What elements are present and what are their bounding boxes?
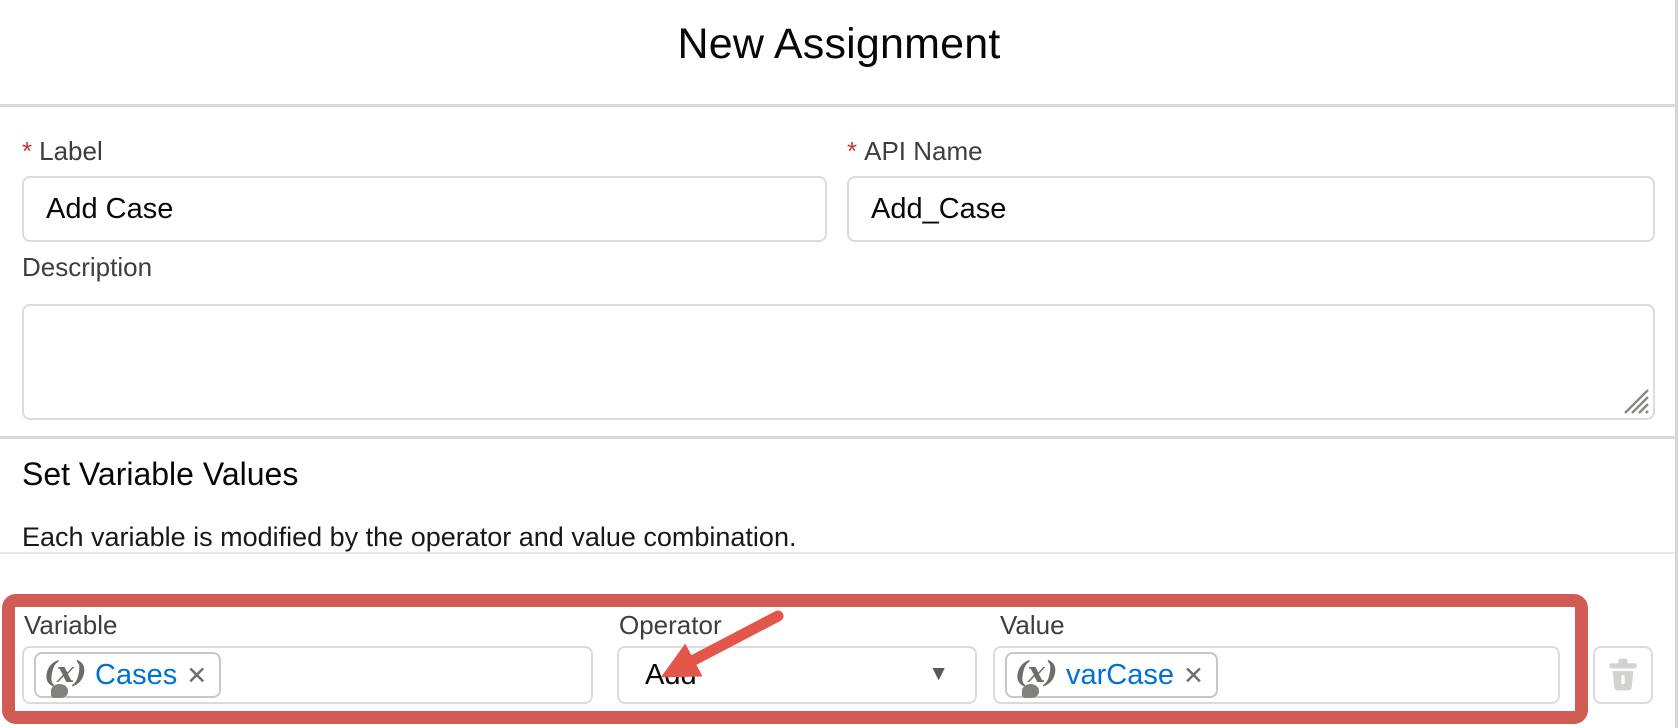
label-field-label: *Label (22, 136, 103, 166)
section-heading: Set Variable Values (22, 456, 298, 493)
variable-input[interactable]: (x) Cases ✕ (22, 646, 593, 704)
value-column-label: Value (1000, 610, 1065, 640)
description-textarea[interactable] (22, 304, 1655, 420)
trash-icon (1606, 657, 1640, 693)
operator-selected-value: Add (645, 659, 697, 692)
delete-row-button[interactable] (1593, 646, 1653, 704)
textarea-resize-handle-icon[interactable] (1621, 386, 1651, 416)
operator-dropdown[interactable]: Add ▼ (617, 646, 977, 704)
required-asterisk: * (22, 136, 32, 166)
value-pill[interactable]: (x) varCase ✕ (1005, 652, 1218, 698)
label-input[interactable] (22, 176, 827, 242)
api-name-field-label: *API Name (847, 136, 983, 166)
variable-icon: (x) (1015, 655, 1057, 695)
chevron-down-icon: ▼ (928, 662, 949, 686)
section-description: Each variable is modified by the operato… (22, 522, 796, 553)
description-field-label: Description (22, 252, 152, 282)
variable-pill[interactable]: (x) Cases ✕ (34, 652, 221, 698)
variable-column-label: Variable (24, 610, 117, 640)
row-top-divider (0, 552, 1678, 554)
variable-icon: (x) (44, 655, 86, 695)
value-input[interactable]: (x) varCase ✕ (993, 646, 1560, 704)
new-assignment-dialog: New Assignment *Label *API Name Descript… (0, 0, 1678, 728)
variable-pill-label: Cases (95, 659, 177, 692)
remove-value-icon[interactable]: ✕ (1183, 662, 1204, 689)
value-pill-label: varCase (1066, 659, 1174, 692)
api-name-input[interactable] (847, 176, 1655, 242)
operator-column-label: Operator (619, 610, 722, 640)
header-divider (0, 104, 1678, 107)
variable-icon-record-blob (51, 684, 68, 698)
variable-icon-record-blob (1022, 684, 1039, 698)
required-asterisk: * (847, 136, 857, 166)
dialog-title: New Assignment (0, 20, 1678, 69)
section-divider (0, 436, 1678, 439)
remove-variable-icon[interactable]: ✕ (186, 662, 207, 689)
